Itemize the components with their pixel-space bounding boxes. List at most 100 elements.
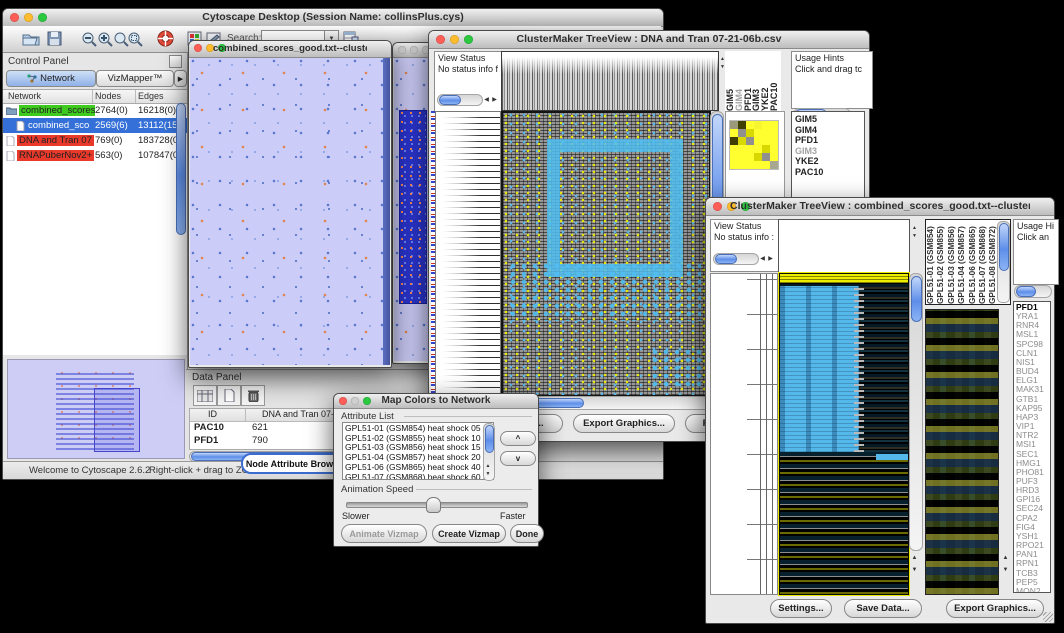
scroll-thumb[interactable] [485,425,494,453]
column-label: PAC10 [769,57,778,111]
row-label[interactable]: PAC10 [795,167,864,178]
scroll-right-arrow[interactable]: ▶ [766,255,775,263]
new-attribute-icon[interactable] [217,385,241,406]
column-dendrogram[interactable] [501,51,719,111]
float-panel-icon[interactable] [169,55,182,68]
scroll-down-arrow[interactable]: ▼ [910,232,919,240]
export-graphics-button[interactable]: Export Graphics... [573,414,675,433]
zoom-selected-icon[interactable] [125,29,145,48]
treeview2-titlebar[interactable]: ClusterMaker TreeView : combined_scores_… [706,198,1054,216]
network-vscrollbar[interactable] [383,58,390,365]
create-vizmap-button[interactable]: Create Vizmap [432,524,506,543]
scroll-thumb[interactable] [999,223,1009,271]
help-lifebuoy-icon[interactable] [155,29,175,48]
close-button[interactable] [10,13,19,22]
minimize-button[interactable] [410,46,418,54]
close-button[interactable] [194,44,202,52]
network-nodes: 2764(0) [95,105,128,116]
network-list-scrollbar[interactable] [176,103,186,235]
matrix-cell [762,121,770,129]
dialog-titlebar[interactable]: Map Colors to Network [334,394,538,409]
tab-vizmapper[interactable]: VizMapper™ [96,70,174,87]
slower-label: Slower [342,511,370,521]
view-status-scrollbar[interactable] [713,253,759,265]
column-label: GPL51-01 (GSM854) [926,222,936,304]
main-titlebar[interactable]: Cytoscape Desktop (Session Name: collins… [3,9,663,27]
dense-cluster-block [399,110,427,304]
export-graphics-label: Export Graphics... [954,603,1036,614]
overview-selection-rect[interactable] [94,388,140,452]
column-network[interactable]: Network [8,91,41,101]
column-nodes[interactable]: Nodes [95,91,121,101]
network-canvas[interactable] [190,58,383,365]
row-label[interactable]: GIM5 [795,114,864,125]
scroll-thumb[interactable] [439,95,461,105]
slider-thumb[interactable] [426,497,441,513]
close-button[interactable] [436,35,445,44]
scroll-up-arrow[interactable]: ▲ [1001,554,1010,562]
scroll-up-arrow[interactable]: ▲ [484,462,492,470]
scroll-up-arrow[interactable]: ▲ [910,554,919,562]
close-button[interactable] [339,397,347,405]
row-label[interactable]: GIM4 [795,125,864,136]
table-row[interactable]: RNAPuberNov2+ 563(0) 107847(0) [3,148,187,163]
heatmap-vscrollbar[interactable] [909,273,923,551]
scroll-right-arrow[interactable]: ▶ [490,96,499,104]
table-row-selected[interactable]: combined_sco 2569(6) 13112(15) [3,118,187,133]
row-dendrogram[interactable] [710,273,778,595]
tab-network[interactable]: Network [6,70,96,87]
save-data-button[interactable]: Save Data... [844,599,922,618]
view-status-scrollbar[interactable] [437,94,483,106]
scroll-down-arrow[interactable]: ▼ [1001,566,1010,574]
animate-vizmap-button[interactable]: Animate Vizmap [341,524,427,543]
heatmap-main[interactable] [779,273,909,595]
similarity-matrix[interactable] [729,120,779,170]
save-icon[interactable] [44,29,64,48]
row-label[interactable]: YKE2 [795,156,864,167]
row-label[interactable]: PFD1 [795,135,864,146]
column-label: GIM4 [734,57,743,111]
table-row[interactable]: combined_scores 2764(0) 16218(0) [3,103,187,118]
heatmap-main[interactable] [501,111,711,397]
row-value: 790 [252,435,268,446]
data-panel-title: Data Panel [192,372,241,383]
network-window-titlebar[interactable]: combined_scores_good.txt--cluste... [189,41,391,58]
export-graphics-button[interactable]: Export Graphics... [946,599,1044,618]
move-up-button[interactable]: ^ [500,431,536,446]
network-overview-panel[interactable] [7,359,185,459]
usage-hints-scrollbar[interactable] [1014,285,1052,298]
dialog-title: Map Colors to Network [358,395,514,406]
close-button[interactable] [713,202,722,211]
heatmap-cyan-cluster [547,139,683,277]
scroll-thumb[interactable] [715,254,737,264]
done-button[interactable]: Done [510,524,544,543]
column-labels-scrollbar[interactable] [997,221,1010,303]
attribute-item[interactable]: GPL51-07 (GSM868) heat shock 60 min [345,473,491,480]
scroll-thumb[interactable] [1016,286,1036,297]
close-button[interactable] [398,46,406,54]
resize-grip[interactable] [1043,612,1053,622]
node-attribute-browser-label: Node Attribute Brows [246,459,338,469]
node-attribute-browser-button[interactable]: Node Attribute Brows [241,453,343,474]
table-view-icon[interactable] [193,385,217,406]
row-dendrogram[interactable] [435,111,501,395]
tab-overflow-arrow: ▶ [178,75,183,83]
gene-label[interactable]: MON2 [1016,587,1050,593]
scroll-down-arrow[interactable]: ▼ [484,470,492,478]
heatmap-zoom[interactable] [925,309,999,595]
scroll-up-arrow[interactable]: ▲ [910,224,919,232]
table-row[interactable]: DNA and Tran 07 769(0) 183728(0) [3,133,187,148]
delete-attribute-icon[interactable] [241,385,265,406]
row-label[interactable]: GIM3 [795,146,864,157]
column-edges[interactable]: Edges [138,91,164,101]
tab-overflow-button[interactable]: ▶ [174,70,187,87]
scroll-thumb[interactable] [911,276,922,322]
open-file-icon[interactable] [21,29,41,48]
matrix-cell [754,145,762,153]
faster-label: Faster [500,511,526,521]
move-down-button[interactable]: v [500,451,536,466]
treeview1-titlebar[interactable]: ClusterMaker TreeView : DNA and Tran 07-… [429,31,869,49]
scroll-down-arrow[interactable]: ▼ [910,566,919,574]
column-id[interactable]: ID [208,409,217,419]
settings-button[interactable]: Settings... [770,599,832,618]
